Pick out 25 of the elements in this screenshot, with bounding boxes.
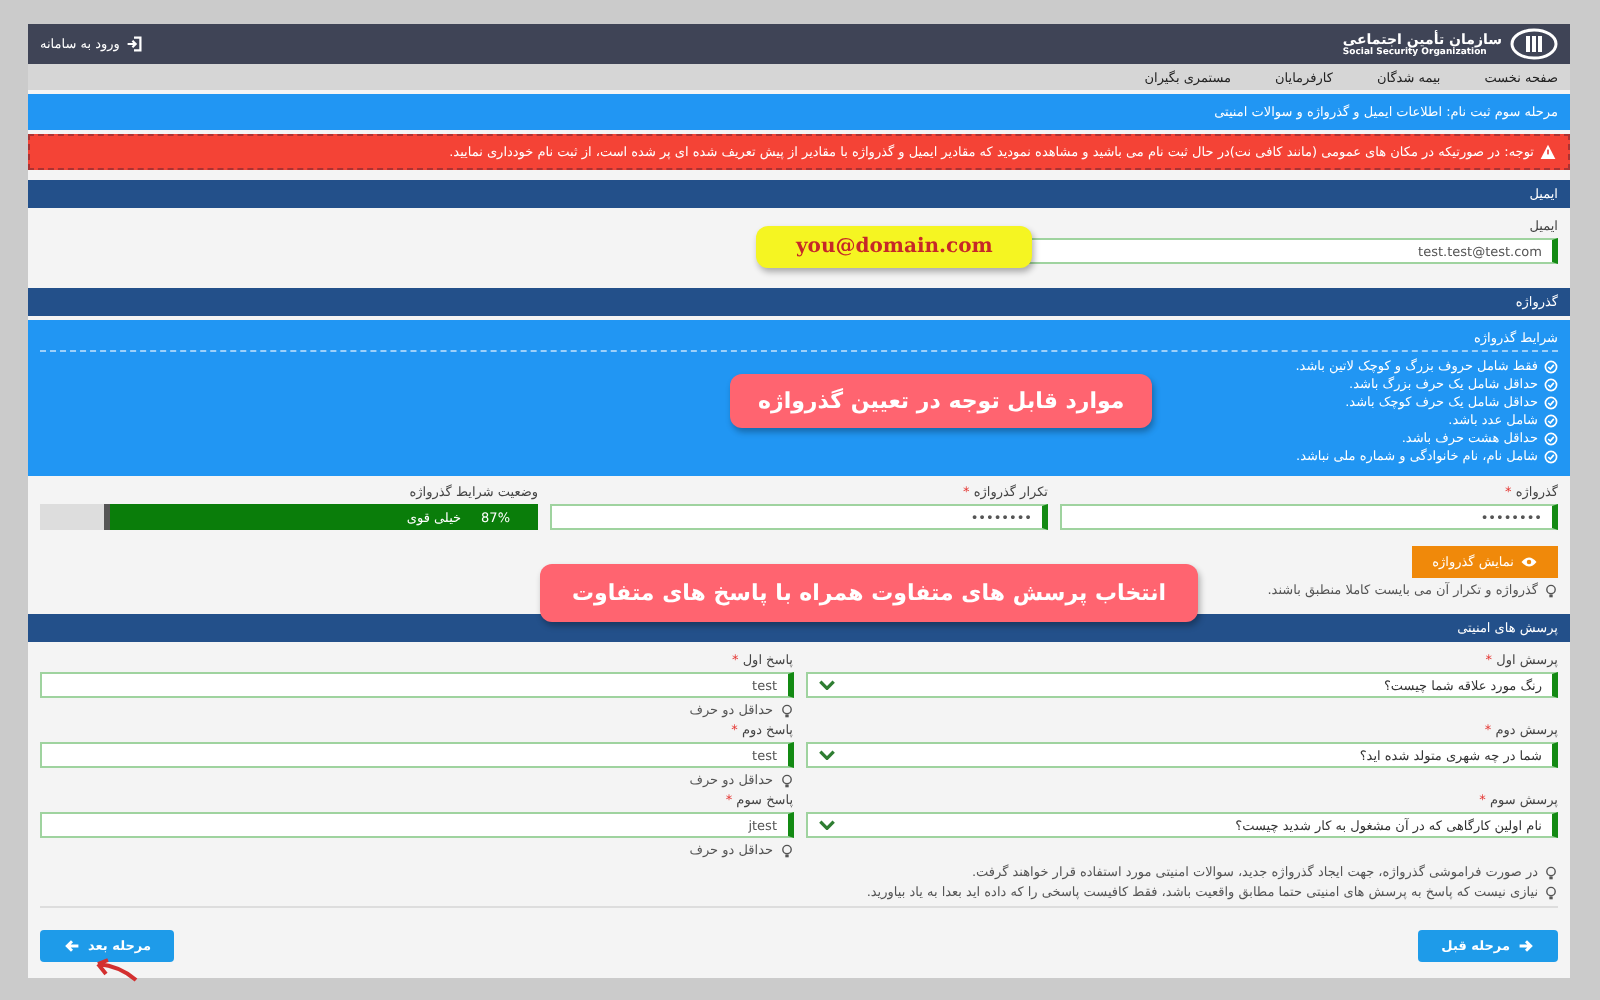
check-icon (1544, 378, 1558, 392)
eye-icon (1520, 556, 1538, 568)
check-icon (1544, 450, 1558, 464)
annotation-tooltip: موارد قابل توجه در تعیین گذرواژه (730, 374, 1153, 428)
warning-icon (1540, 144, 1556, 160)
check-icon (1544, 360, 1558, 374)
chevron-down-icon (817, 750, 835, 760)
lightbulb-icon (1544, 865, 1558, 879)
arrow-right-icon (1518, 938, 1534, 954)
lightbulb-icon (1544, 885, 1558, 899)
check-icon (1544, 432, 1558, 446)
logo-icon (1510, 28, 1558, 60)
lightbulb-icon (779, 843, 793, 857)
lightbulb-icon (1544, 583, 1558, 597)
lightbulb-icon (779, 773, 793, 787)
chevron-down-icon (817, 820, 835, 830)
annotation-tooltip: you@domain.com (756, 226, 1033, 268)
chevron-down-icon (817, 680, 835, 690)
check-icon (1544, 414, 1558, 428)
arrow-left-icon (64, 938, 80, 954)
annotation-tooltip: انتخاب پرسش های متفاوت همراه با پاسخ های متفاوت (540, 564, 1199, 622)
lightbulb-icon (779, 703, 793, 717)
login-icon (125, 36, 142, 52)
pointer-arrow-icon (92, 958, 140, 982)
check-icon (1544, 396, 1558, 410)
